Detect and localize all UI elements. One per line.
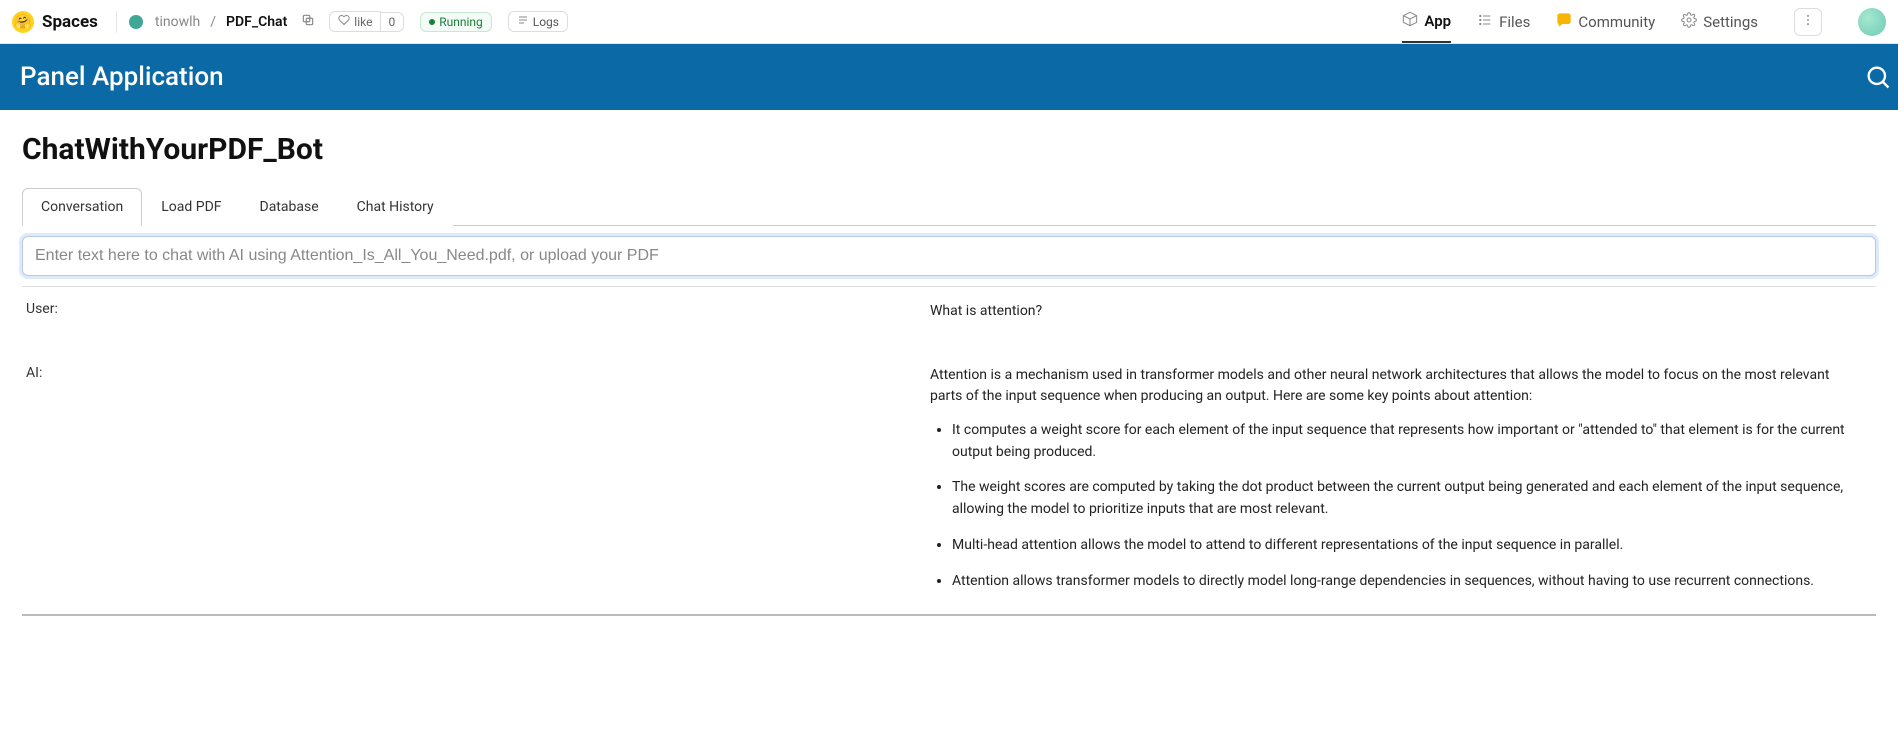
repo-link[interactable]: PDF_Chat [226,14,287,30]
page-content: ChatWithYourPDF_Bot Conversation Load PD… [0,110,1898,616]
logs-label: Logs [533,15,559,29]
like-count: 0 [380,12,404,32]
list-item: It computes a weight score for each elem… [952,420,1858,463]
running-dot-small-icon [429,19,435,25]
logs-button[interactable]: Logs [508,11,568,32]
conversation-area[interactable]: User: What is attention? AI: Attention i… [22,286,1876,616]
heart-icon [338,14,350,29]
copy-icon[interactable] [301,13,315,31]
ai-message: Attention is a mechanism used in transfo… [922,337,1876,616]
role-user-label: User: [22,287,922,337]
panel-title: Panel Application [20,62,224,92]
tab-database[interactable]: Database [241,188,338,226]
page-title: ChatWithYourPDF_Bot [22,132,1876,167]
like-button[interactable]: like [329,11,381,32]
search-icon[interactable] [1864,63,1892,91]
nav-files[interactable]: Files [1477,2,1530,42]
owner-link[interactable]: tinowlh [155,14,200,30]
ai-message-intro: Attention is a mechanism used in transfo… [930,365,1858,408]
role-ai-label: AI: [22,337,922,616]
community-icon [1556,12,1572,32]
nav-app[interactable]: App [1402,1,1451,43]
tab-chat-history[interactable]: Chat History [338,188,453,226]
path-slash: / [210,14,216,30]
nav-community-label: Community [1578,13,1655,31]
avatar[interactable] [1858,8,1886,36]
gear-icon [1681,12,1697,32]
status-dot-icon [129,15,143,29]
nav-settings[interactable]: Settings [1681,2,1758,42]
panel-header: Panel Application [0,44,1898,110]
table-row: AI: Attention is a mechanism used in tra… [22,337,1876,616]
chat-input[interactable] [22,236,1876,276]
user-message: What is attention? [922,287,1876,337]
status-text: Running [439,15,483,29]
hf-topbar: 🤗 Spaces tinowlh / PDF_Chat like 0 Runni… [0,0,1898,44]
more-menu-button[interactable] [1794,8,1822,36]
ai-message-points: It computes a weight score for each elem… [930,420,1858,592]
logs-icon [517,14,529,29]
chat-input-wrap [22,236,1876,286]
list-item: Attention allows transformer models to d… [952,571,1858,593]
separator [116,11,117,33]
like-label: like [354,15,372,29]
nav-community[interactable]: Community [1556,2,1655,42]
list-item: Multi-head attention allows the model to… [952,535,1858,557]
top-nav: App Files Community Settings [1402,1,1886,43]
nav-files-label: Files [1499,13,1530,31]
dots-vertical-icon [1801,13,1815,31]
spaces-label: Spaces [42,12,98,32]
like-group: like 0 [329,11,404,32]
status-chip: Running [420,12,492,32]
tabs: Conversation Load PDF Database Chat Hist… [22,187,1876,226]
tab-conversation[interactable]: Conversation [22,188,142,226]
box-icon [1402,11,1418,31]
tab-load-pdf[interactable]: Load PDF [142,188,240,226]
hf-logo-icon: 🤗 [12,11,34,33]
nav-app-label: App [1424,12,1451,30]
list-item: The weight scores are computed by taking… [952,477,1858,520]
table-row: User: What is attention? [22,287,1876,337]
conversation-table: User: What is attention? AI: Attention i… [22,287,1876,616]
files-icon [1477,12,1493,32]
nav-settings-label: Settings [1703,13,1758,31]
